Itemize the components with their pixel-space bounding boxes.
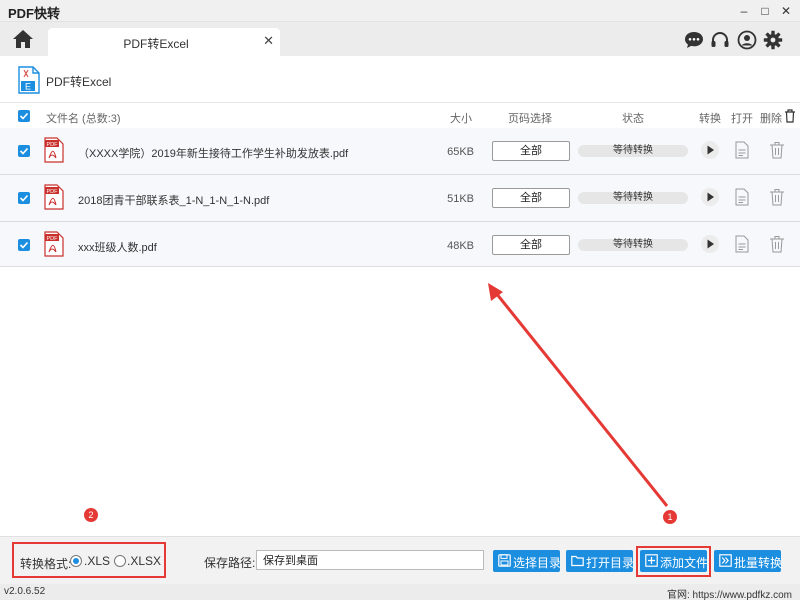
double-chevron-icon [719, 554, 732, 567]
plus-icon [645, 554, 658, 567]
choose-directory-label: 选择目录 [513, 556, 562, 570]
save-disk-icon [498, 554, 511, 567]
format-xlsx-label[interactable]: .XLSX [127, 554, 161, 568]
annotation-badge-2: 2 [84, 508, 98, 522]
version-label: v2.0.6.52 [4, 586, 46, 597]
format-radio-xlsx[interactable] [114, 555, 126, 567]
format-label: 转换格式: [20, 557, 72, 571]
add-file-button[interactable]: 添加文件 [640, 550, 709, 572]
batch-convert-button[interactable]: 批量转换 [714, 550, 783, 572]
format-highlight-box: 转换格式: .XLS .XLSX [12, 542, 166, 578]
bottom-bar: 转换格式: .XLS .XLSX 保存路径: 选择目录 打开目录 添加文件 [0, 536, 800, 584]
save-path-input[interactable] [256, 550, 484, 570]
open-directory-button[interactable]: 打开目录 [566, 550, 635, 572]
choose-directory-button[interactable]: 选择目录 [493, 550, 562, 572]
format-xls-label[interactable]: .XLS [84, 554, 110, 568]
add-file-label: 添加文件 [660, 556, 709, 570]
batch-convert-label: 批量转换 [734, 556, 783, 570]
format-radio-xls[interactable] [70, 555, 82, 567]
status-footer: v2.0.6.52 官网: https://www.pdfkz.com [0, 584, 800, 600]
website-label: 官网: https://www.pdfkz.com [666, 590, 792, 600]
save-path-label: 保存路径: [204, 556, 256, 570]
annotation-arrow [488, 283, 669, 507]
annotation-badge-1: 1 [663, 510, 677, 524]
folder-icon [571, 555, 584, 567]
open-directory-label: 打开目录 [586, 556, 635, 570]
